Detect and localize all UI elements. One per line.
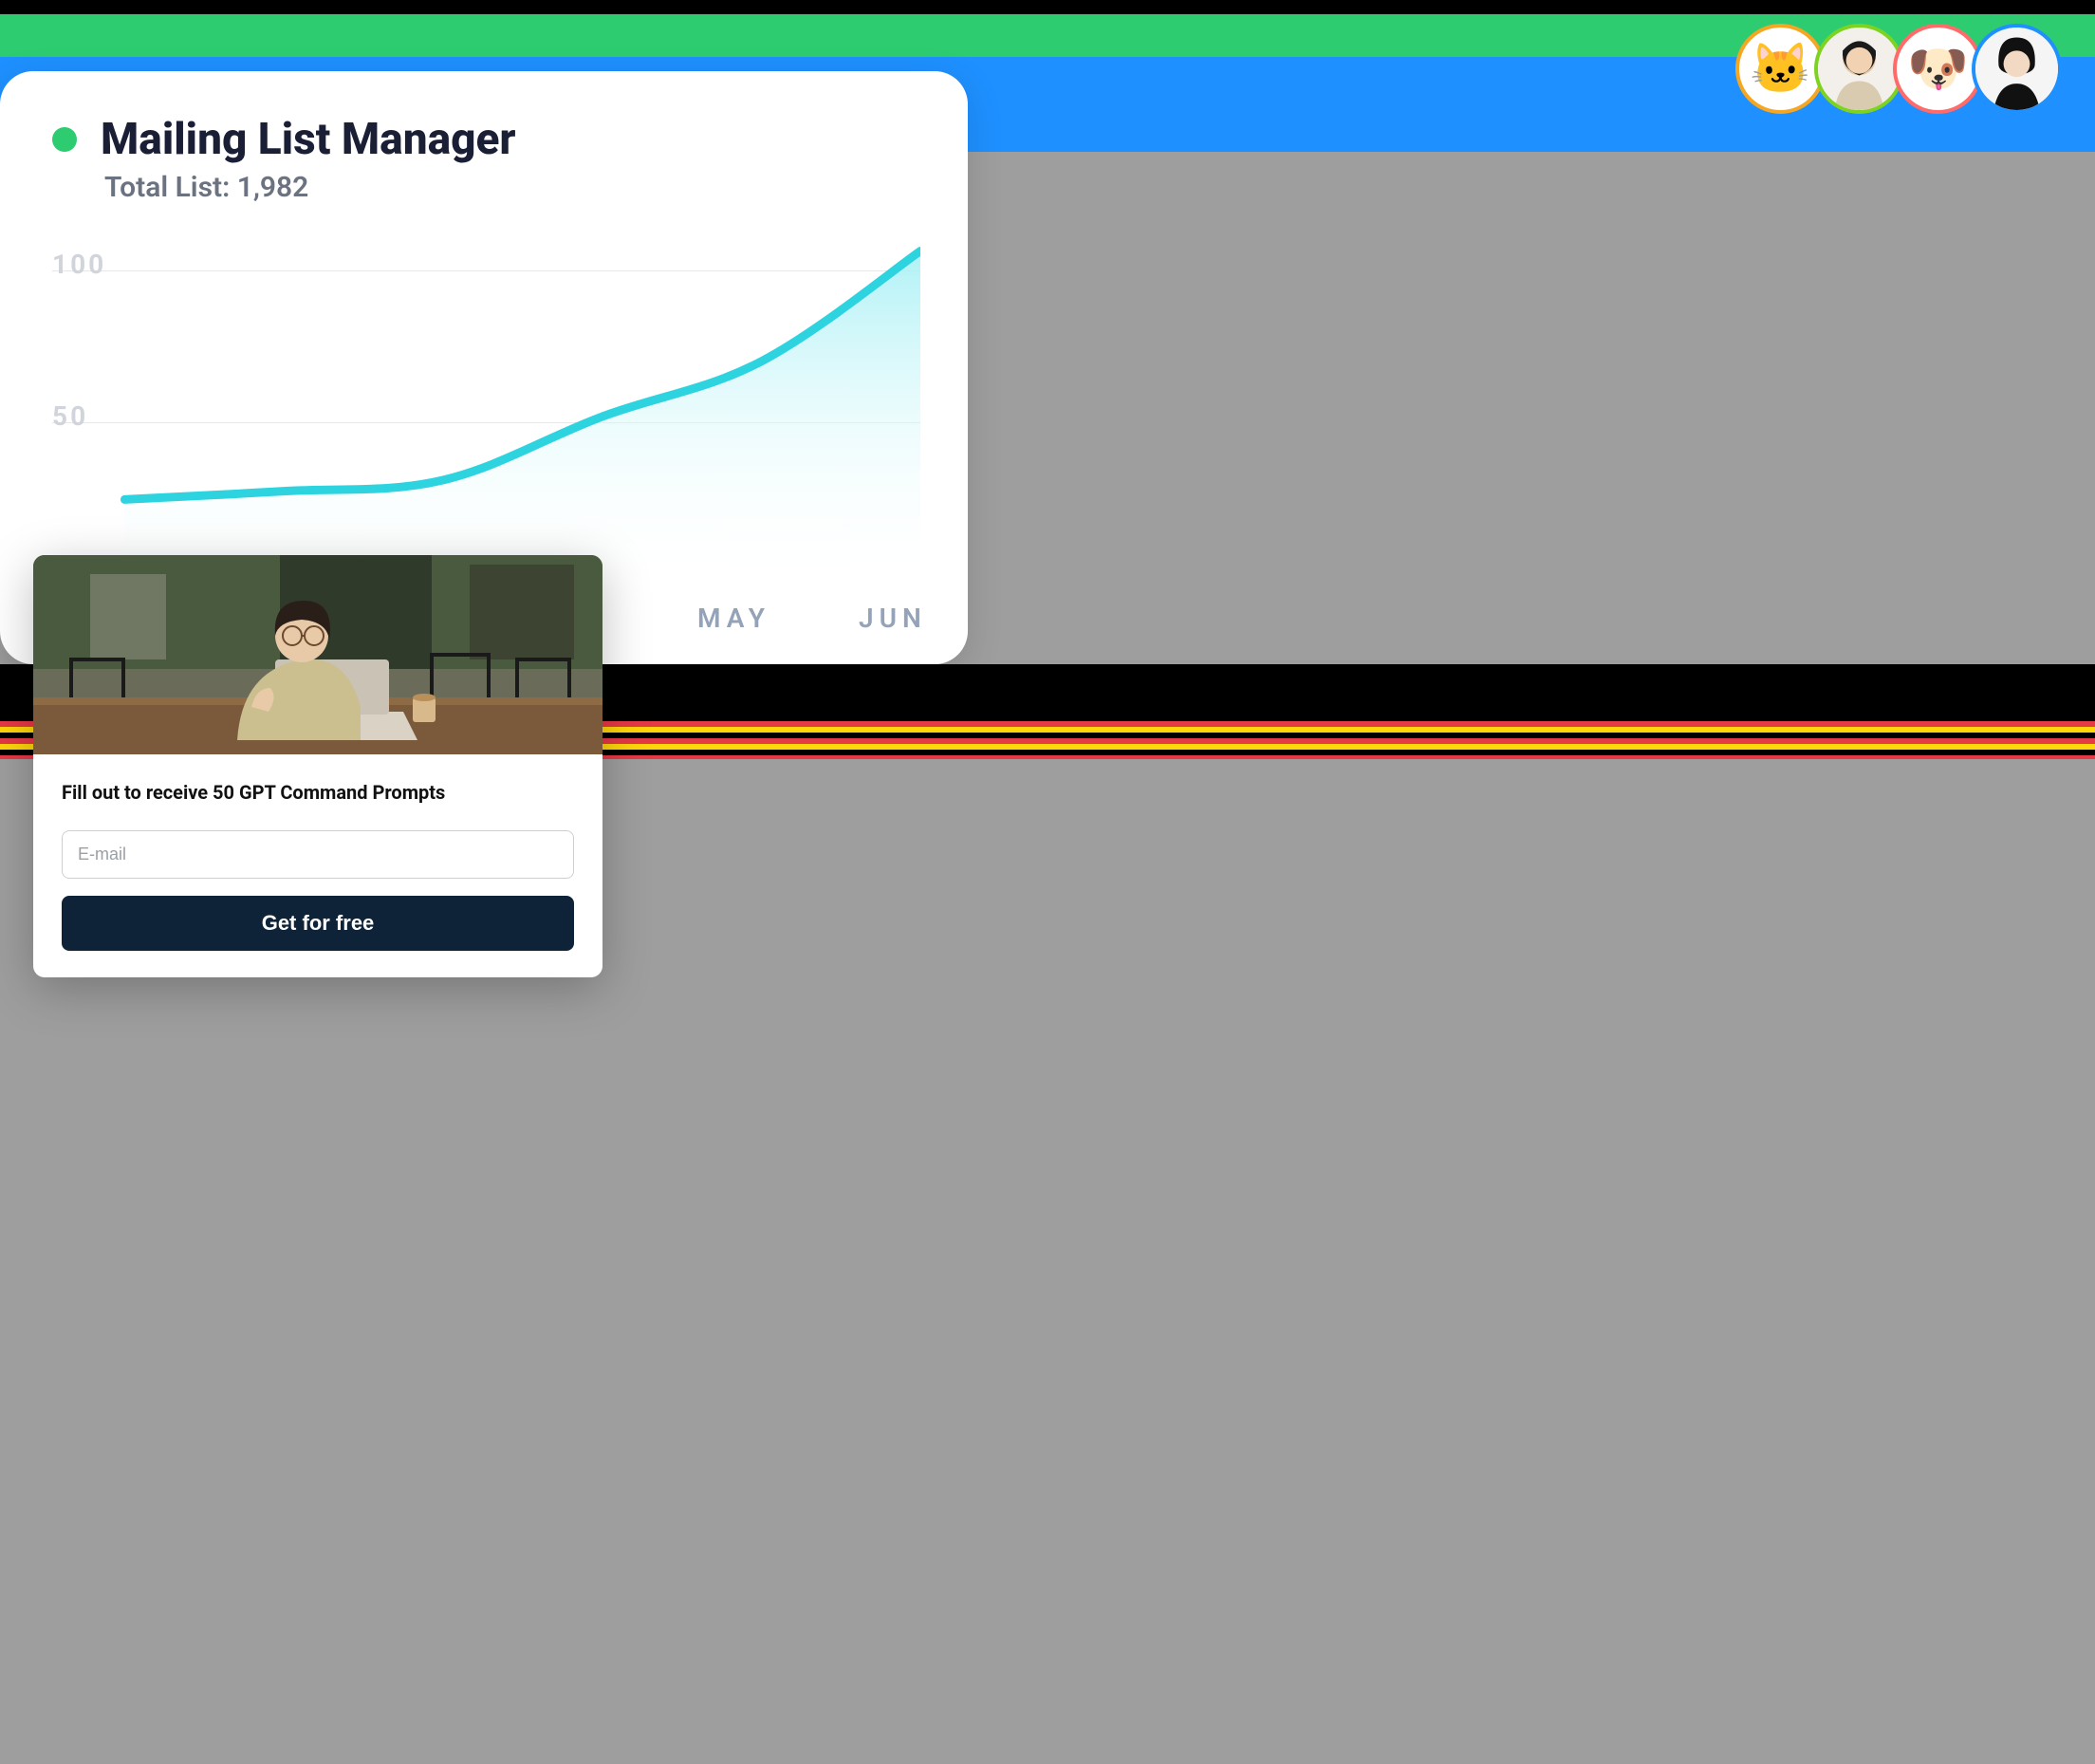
avatar-dog[interactable]: 🐶 xyxy=(1893,24,1983,114)
card-title: Mailing List Manager xyxy=(101,114,516,165)
collaborator-avatars: 🐱 🐶 xyxy=(1747,24,2062,114)
avatar-woman[interactable] xyxy=(1814,24,1904,114)
x-tick-may: MAY xyxy=(697,603,770,634)
status-dot-icon xyxy=(52,127,77,152)
person-icon xyxy=(1818,28,1900,110)
area-chart xyxy=(52,237,920,588)
lead-magnet-popup: Fill out to receive 50 GPT Command Promp… xyxy=(33,555,603,977)
bg-black-top xyxy=(0,0,2095,14)
dog-icon: 🐶 xyxy=(1907,40,1969,98)
avatar-cat[interactable]: 🐱 xyxy=(1735,24,1826,114)
popup-hero-image xyxy=(33,555,603,754)
chart-area: 100 50 MAY JUN xyxy=(52,237,920,588)
person-icon xyxy=(1975,28,2058,110)
card-subtitle: Total List: 1,982 xyxy=(104,171,920,204)
cat-icon: 🐱 xyxy=(1750,40,1811,98)
card-header: Mailing List Manager xyxy=(52,114,920,165)
popup-title: Fill out to receive 50 GPT Command Promp… xyxy=(62,781,574,804)
popup-body: Fill out to receive 50 GPT Command Promp… xyxy=(33,754,603,977)
get-for-free-button[interactable]: Get for free xyxy=(62,896,574,951)
x-tick-jun: JUN xyxy=(859,603,927,634)
avatar-man[interactable] xyxy=(1972,24,2062,114)
email-field[interactable] xyxy=(62,830,574,879)
